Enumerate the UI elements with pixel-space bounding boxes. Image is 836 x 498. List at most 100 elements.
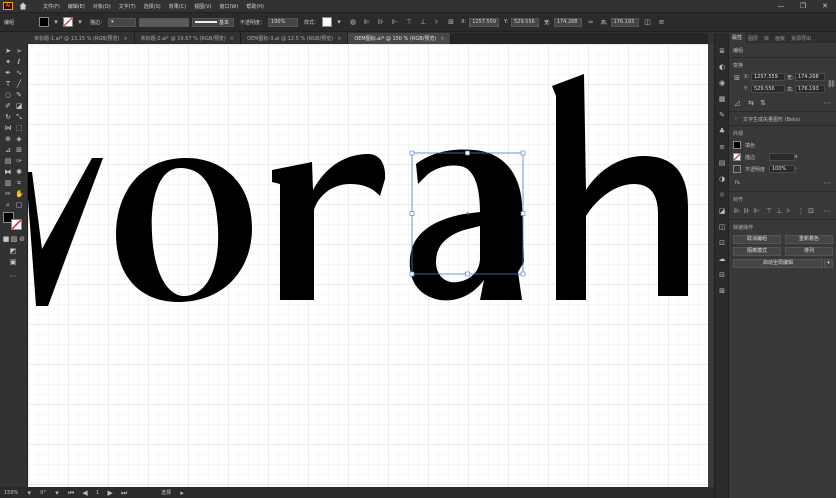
link-icon[interactable]: ∞	[587, 18, 595, 26]
eraser-icon[interactable]: ◪	[15, 102, 23, 110]
minimize-icon[interactable]: —	[770, 2, 792, 10]
chevron-down-icon[interactable]: ▾	[53, 489, 61, 497]
pen-tool-icon[interactable]: ✒	[4, 69, 12, 77]
document-tab[interactable]: OEM图标-3.ai @ 12.5 % (RGB/预览) ×	[241, 33, 349, 44]
chevron-down-icon[interactable]: ▾	[25, 489, 33, 497]
rotation-angle[interactable]: 0°	[40, 490, 46, 496]
y-field[interactable]: 529.556	[511, 17, 540, 27]
color-guide-icon[interactable]: ◐	[718, 63, 726, 71]
rotate-tool-icon[interactable]: ↻	[4, 113, 12, 121]
more-options-icon[interactable]: ≡	[658, 18, 666, 26]
fill-swatch[interactable]	[39, 17, 50, 27]
document-tab[interactable]: 未标题-1.ai* @ 13.15 % (RGB/预览) ×	[28, 33, 135, 44]
arrange-button[interactable]: 排列	[785, 247, 833, 256]
symbols-icon[interactable]: ♣	[718, 127, 726, 135]
flip-horizontal-icon[interactable]: ⇆	[747, 99, 755, 107]
live-paint-icon[interactable]: ◈	[15, 135, 23, 143]
fx-button[interactable]: fx.	[735, 180, 741, 186]
panel-tab[interactable]: 库	[761, 35, 772, 42]
edit-toolbar-icon[interactable]: ⋯	[9, 272, 17, 280]
chevron-down-icon[interactable]: ▾	[795, 154, 798, 160]
selection-tool-icon[interactable]: ➤	[4, 47, 12, 55]
handle-bottom-center[interactable]	[465, 271, 470, 277]
global-edit-button[interactable]: 启动全局编辑	[733, 259, 823, 268]
chevron-down-icon[interactable]: ▾	[76, 18, 84, 26]
x-field[interactable]: 1257.559	[469, 17, 500, 27]
artboard-number[interactable]: 1	[96, 490, 99, 496]
chevron-right-icon[interactable]: ›	[795, 166, 797, 172]
handle-top-center[interactable]	[465, 150, 470, 156]
stroke-swatch[interactable]	[63, 17, 74, 27]
stroke-panel-icon[interactable]: ≡	[718, 143, 726, 151]
artboard-canvas[interactable]	[28, 44, 708, 487]
graph-tool-icon[interactable]: ▥	[4, 179, 12, 187]
stroke-style-dropdown[interactable]: 基本	[192, 17, 235, 27]
handle-top-left[interactable]	[409, 150, 415, 156]
panel-x-field[interactable]: 1257.559	[751, 73, 785, 81]
stroke-weight-dropdown[interactable]: ▾	[108, 17, 137, 27]
eyedropper-icon[interactable]: ✑	[15, 157, 23, 165]
scale-tool-icon[interactable]: ⤡	[15, 113, 23, 121]
align-to-icon[interactable]: ⊡	[807, 207, 815, 215]
chevron-right-icon[interactable]: ›	[735, 116, 737, 122]
text-to-vector-label[interactable]: 文字生成矢量图形 (Beta)	[743, 116, 800, 123]
transform-reference-icon[interactable]: ⊞	[447, 18, 455, 26]
handle-bottom-right[interactable]	[520, 271, 526, 277]
handle-middle-left[interactable]	[409, 211, 415, 216]
align-right-icon[interactable]: ⊩	[753, 207, 761, 215]
zoom-tool-icon[interactable]: ⌕	[4, 201, 12, 209]
handle-middle-right[interactable]	[520, 211, 526, 216]
graphic-style-swatch[interactable]	[322, 17, 333, 27]
ungroup-button[interactable]: 取消编组	[733, 235, 781, 244]
align-top-icon[interactable]: ⊤	[765, 207, 773, 215]
print-tiling-icon[interactable]: ▢	[15, 201, 23, 209]
curvature-tool-icon[interactable]: ∿	[15, 69, 23, 77]
rotate-icon[interactable]: ◿	[733, 99, 741, 107]
document-tab[interactable]: OEM图标.ai* @ 150 % (RGB/预览) ×	[348, 33, 452, 44]
panel-tab[interactable]: 画板	[772, 35, 788, 42]
perspective-grid-icon[interactable]: ⊿	[4, 146, 12, 154]
panel-tab[interactable]: 图层	[745, 35, 761, 42]
menu-item[interactable]: 效果(C)	[169, 3, 186, 10]
gradient-tool-icon[interactable]: ▤	[4, 157, 12, 165]
close-icon[interactable]: ✕	[814, 2, 836, 10]
more-options-icon[interactable]: ⋯	[823, 179, 831, 187]
more-options-icon[interactable]: ⋯	[823, 99, 831, 107]
w-field[interactable]: 174.268	[553, 17, 582, 27]
align-bottom-icon[interactable]: ⊦	[433, 18, 441, 26]
panel-tab[interactable]: 资源导出	[788, 35, 814, 42]
appearance-icon[interactable]: ☼	[718, 191, 726, 199]
panel-fill-swatch[interactable]	[733, 141, 741, 149]
libraries-icon[interactable]: ☁	[718, 255, 726, 263]
first-artboard-icon[interactable]: ⏮	[67, 489, 75, 497]
graphic-styles-icon[interactable]: ◪	[718, 207, 726, 215]
recolor-icon[interactable]: ◍	[349, 18, 357, 26]
next-artboard-icon[interactable]: ▶	[106, 489, 114, 497]
transform-icon[interactable]: ◫	[644, 18, 652, 26]
symbol-sprayer-icon[interactable]: ✺	[15, 168, 23, 176]
last-artboard-icon[interactable]: ⏭	[120, 489, 128, 497]
align-hcenter-icon[interactable]: ⊪	[743, 207, 751, 215]
status-arrow-icon[interactable]: ▸	[178, 489, 186, 497]
menu-item[interactable]: 帮助(H)	[246, 3, 264, 10]
screen-mode-icon[interactable]: ▣	[9, 258, 17, 266]
menu-item[interactable]: 视图(V)	[194, 3, 211, 10]
close-tab-icon[interactable]: ×	[123, 36, 127, 42]
properties-icon[interactable]: ≣	[718, 47, 726, 55]
chevron-down-icon[interactable]: ▾	[335, 18, 343, 26]
align-center-icon[interactable]: ⊪	[377, 18, 385, 26]
panel-w-field[interactable]: 174.268	[795, 73, 825, 81]
swatches-icon[interactable]: ▦	[718, 95, 726, 103]
close-tab-icon[interactable]: ×	[440, 36, 444, 42]
none-mode-icon[interactable]: ⊘	[18, 235, 26, 243]
stroke-color-swatch[interactable]	[11, 219, 22, 230]
document-tab[interactable]: 未标题-2.ai* @ 19.67 % (RGB/预览) ×	[134, 33, 242, 44]
opacity-field[interactable]: 100%	[769, 165, 795, 173]
menu-item[interactable]: 文字(T)	[119, 3, 136, 10]
magic-wand-icon[interactable]: ✦	[4, 58, 12, 66]
brushes-icon[interactable]: ✎	[718, 111, 726, 119]
recolor-button[interactable]: 重新着色	[785, 235, 833, 244]
restore-icon[interactable]: ❐	[792, 2, 814, 10]
artboard-tool-icon[interactable]: ⌗	[15, 179, 23, 187]
line-tool-icon[interactable]: ╱	[15, 80, 23, 88]
